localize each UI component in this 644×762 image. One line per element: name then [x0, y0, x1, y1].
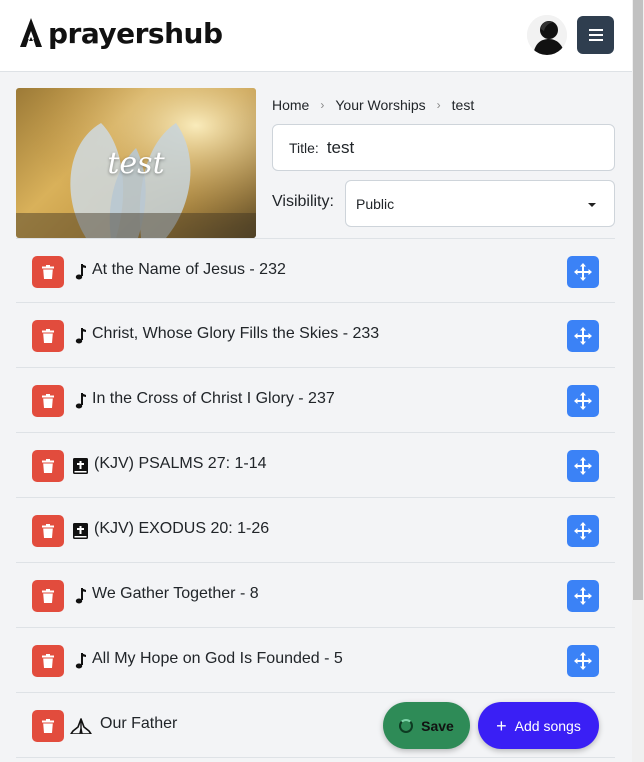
item-label: Our Father [100, 715, 178, 732]
brand-name: prayershub [48, 16, 223, 50]
trash-icon [42, 265, 54, 279]
visibility-select[interactable]: Public [345, 180, 615, 227]
delete-button[interactable] [32, 256, 64, 288]
delete-button[interactable] [32, 385, 64, 417]
music-note-icon [72, 587, 88, 605]
add-songs-label: Add songs [514, 717, 581, 734]
arrows-move-icon [574, 263, 592, 281]
user-silhouette-icon [527, 15, 567, 55]
chevron-down-icon [588, 203, 596, 207]
trash-icon [42, 654, 54, 668]
list-item[interactable]: (KJV) EXODUS 20: 1-26 [16, 498, 615, 563]
item-label: (KJV) EXODUS 20: 1-26 [94, 520, 270, 537]
arrows-move-icon [574, 327, 592, 345]
drag-handle-button[interactable] [567, 385, 599, 417]
arrows-move-icon [574, 457, 592, 475]
item-label: Christ, Whose Glory Fills the Skies - 23… [92, 325, 380, 342]
breadcrumb-current: test [451, 97, 475, 113]
item-label: (KJV) PSALMS 27: 1-14 [94, 455, 267, 472]
trash-icon [42, 394, 54, 408]
plus-icon: + [496, 715, 507, 736]
visibility-label: Visibility: [272, 193, 334, 210]
praying-hands-logo-icon [20, 18, 42, 47]
breadcrumb: Home › Your Worships › test [272, 96, 474, 114]
arrows-move-icon [574, 522, 592, 540]
list-item[interactable]: All My Hope on God Is Founded - 5 [16, 628, 615, 693]
delete-button[interactable] [32, 515, 64, 547]
user-avatar[interactable] [527, 15, 567, 55]
save-button-label: Save [421, 717, 454, 734]
worship-item-list: At the Name of Jesus - 232 Christ, Whose… [16, 238, 615, 758]
top-navbar: prayershub [0, 0, 632, 72]
title-field[interactable]: Title: test [272, 124, 615, 171]
bible-icon [72, 457, 88, 475]
loading-spinner-icon [399, 718, 414, 733]
music-note-icon [72, 652, 88, 670]
arrows-move-icon [574, 587, 592, 605]
item-label: At the Name of Jesus - 232 [92, 261, 286, 278]
list-item[interactable]: At the Name of Jesus - 232 [16, 238, 615, 303]
praying-hands-icon [70, 717, 92, 735]
trash-icon [42, 329, 54, 343]
brand-logo[interactable]: prayershub [18, 16, 223, 50]
item-label: We Gather Together - 8 [92, 585, 259, 602]
delete-button[interactable] [32, 645, 64, 677]
page-scrollbar-thumb[interactable] [633, 0, 643, 600]
item-label: In the Cross of Christ I Glory - 237 [92, 390, 335, 407]
drag-handle-button[interactable] [567, 645, 599, 677]
arrows-move-icon [574, 392, 592, 410]
hamburger-menu-icon [588, 29, 603, 41]
delete-button[interactable] [32, 580, 64, 612]
list-item[interactable]: We Gather Together - 8 [16, 563, 615, 628]
save-button[interactable]: Save [383, 702, 470, 749]
bible-icon [72, 522, 88, 540]
drag-handle-button[interactable] [567, 515, 599, 547]
music-note-icon [72, 263, 88, 281]
trash-icon [42, 459, 54, 473]
breadcrumb-home[interactable]: Home [272, 97, 309, 113]
drag-handle-button[interactable] [567, 256, 599, 288]
trash-icon [42, 589, 54, 603]
drag-handle-button[interactable] [567, 450, 599, 482]
arrows-move-icon [574, 652, 592, 670]
cover-title-text: test [107, 145, 165, 181]
breadcrumb-separator-icon: › [320, 98, 325, 112]
add-songs-button[interactable]: + Add songs [478, 702, 599, 749]
breadcrumb-separator-icon: › [436, 98, 441, 112]
music-note-icon [72, 392, 88, 410]
delete-button[interactable] [32, 710, 64, 742]
title-label: Title: [289, 139, 319, 156]
breadcrumb-your-worships[interactable]: Your Worships [335, 97, 425, 113]
worship-cover-image[interactable]: test [16, 88, 256, 238]
list-item[interactable]: Christ, Whose Glory Fills the Skies - 23… [16, 303, 615, 368]
delete-button[interactable] [32, 450, 64, 482]
item-label: All My Hope on God Is Founded - 5 [92, 650, 343, 667]
delete-button[interactable] [32, 320, 64, 352]
trash-icon [42, 719, 54, 733]
menu-toggle-button[interactable] [577, 16, 614, 54]
drag-handle-button[interactable] [567, 320, 599, 352]
drag-handle-button[interactable] [567, 580, 599, 612]
title-input[interactable]: test [327, 138, 354, 158]
trash-icon [42, 524, 54, 538]
list-item[interactable]: In the Cross of Christ I Glory - 237 [16, 368, 615, 433]
list-item[interactable]: (KJV) PSALMS 27: 1-14 [16, 433, 615, 498]
music-note-icon [72, 327, 88, 345]
visibility-selected-value: Public [356, 195, 395, 212]
